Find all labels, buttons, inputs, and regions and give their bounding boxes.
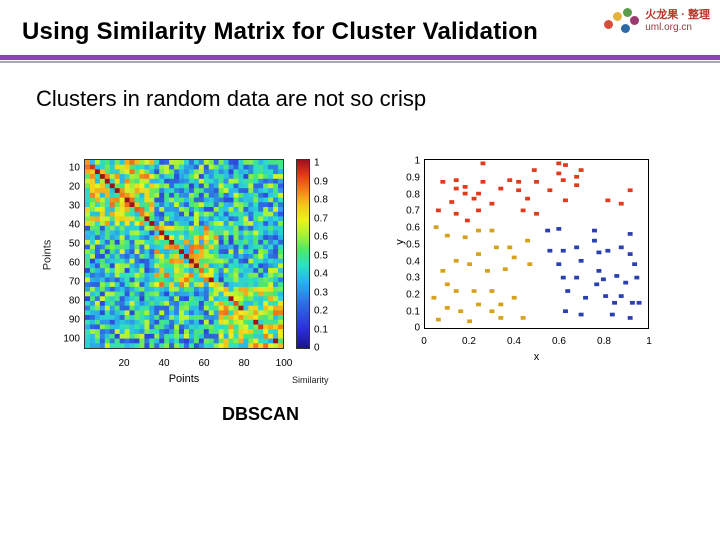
figures-row: Points 10 20 30 40 50 60 70 80 90 100 20… <box>46 155 676 385</box>
heatmap-ytick: 100 <box>58 334 80 345</box>
scatter-ytick: 0.2 <box>402 290 420 301</box>
scatter-xtick: 1 <box>646 336 652 347</box>
brand-logo-line1: 火龙果 · 整理 <box>645 9 710 22</box>
heatmap-ytick: 30 <box>58 201 80 212</box>
heatmap-xtick: 60 <box>198 358 209 369</box>
colorbar-tick: 0.4 <box>314 269 328 280</box>
brand-logo-mark <box>601 6 641 36</box>
scatter-ytick: 0.9 <box>402 173 420 184</box>
scatter-ytick: 0 <box>402 323 420 334</box>
scatter-xtick: 0.8 <box>597 336 611 347</box>
scatter-ytick: 0.8 <box>402 190 420 201</box>
scatter-ytick: 0.3 <box>402 273 420 284</box>
heatmap-ylabel: Points <box>40 155 54 355</box>
heatmap-ytick: 90 <box>58 315 80 326</box>
scatter-xlabel: x <box>424 351 649 363</box>
scatter-svg <box>425 160 648 328</box>
scatter-figure: y 1 0.9 0.8 0.7 0.6 0.5 0.4 0.3 0.2 0.1 … <box>396 155 661 365</box>
colorbar-tick: 0.6 <box>314 232 328 243</box>
heatmap-xtick: 20 <box>118 358 129 369</box>
figure-caption: DBSCAN <box>222 404 299 425</box>
heatmap-ytick: 20 <box>58 182 80 193</box>
heatmap-area <box>84 159 284 349</box>
heatmap-svg <box>85 160 283 348</box>
scatter-xtick: 0.4 <box>507 336 521 347</box>
colorbar-tick: 0.9 <box>314 177 328 188</box>
scatter-ytick: 1 <box>402 156 420 167</box>
scatter-ytick: 0.5 <box>402 240 420 251</box>
heatmap-ytick: 80 <box>58 296 80 307</box>
colorbar-tick: 0.2 <box>314 306 328 317</box>
slide-title: Using Similarity Matrix for Cluster Vali… <box>22 18 538 46</box>
brand-logo: 火龙果 · 整理 uml.org.cn <box>601 6 710 36</box>
slide-root: 火龙果 · 整理 uml.org.cn Using Similarity Mat… <box>0 0 720 540</box>
colorbar-tick: 0.5 <box>314 251 328 262</box>
heatmap-ytick: 10 <box>58 163 80 174</box>
brand-logo-line2: uml.org.cn <box>645 22 710 34</box>
colorbar-tick: 0.3 <box>314 288 328 299</box>
colorbar-tick: 1 <box>314 158 320 169</box>
heatmap-ytick: 40 <box>58 220 80 231</box>
colorbar-tick: 0.8 <box>314 195 328 206</box>
scatter-xtick: 0.2 <box>462 336 476 347</box>
scatter-ytick: 0.7 <box>402 206 420 217</box>
colorbar-label: Similarity <box>292 375 329 385</box>
brand-logo-text: 火龙果 · 整理 uml.org.cn <box>645 9 710 33</box>
heatmap-figure: Points 10 20 30 40 50 60 70 80 90 100 20… <box>46 155 346 385</box>
colorbar-tick: 0 <box>314 343 320 354</box>
heatmap-ytick: 70 <box>58 277 80 288</box>
title-rule <box>0 55 720 63</box>
scatter-xtick: 0 <box>421 336 427 347</box>
scatter-xtick: 0.6 <box>552 336 566 347</box>
scatter-ytick: 0.4 <box>402 257 420 268</box>
colorbar <box>296 159 310 349</box>
scatter-area <box>424 159 649 329</box>
scatter-ytick: 0.1 <box>402 307 420 318</box>
colorbar-tick: 0.1 <box>314 325 328 336</box>
colorbar-tick: 0.7 <box>314 214 328 225</box>
slide-subtitle: Clusters in random data are not so crisp <box>36 86 426 112</box>
heatmap-xtick: 100 <box>276 358 293 369</box>
heatmap-xlabel: Points <box>84 373 284 385</box>
heatmap-xtick: 80 <box>238 358 249 369</box>
heatmap-ytick: 60 <box>58 258 80 269</box>
heatmap-ytick: 50 <box>58 239 80 250</box>
scatter-ytick: 0.6 <box>402 223 420 234</box>
heatmap-xtick: 40 <box>158 358 169 369</box>
